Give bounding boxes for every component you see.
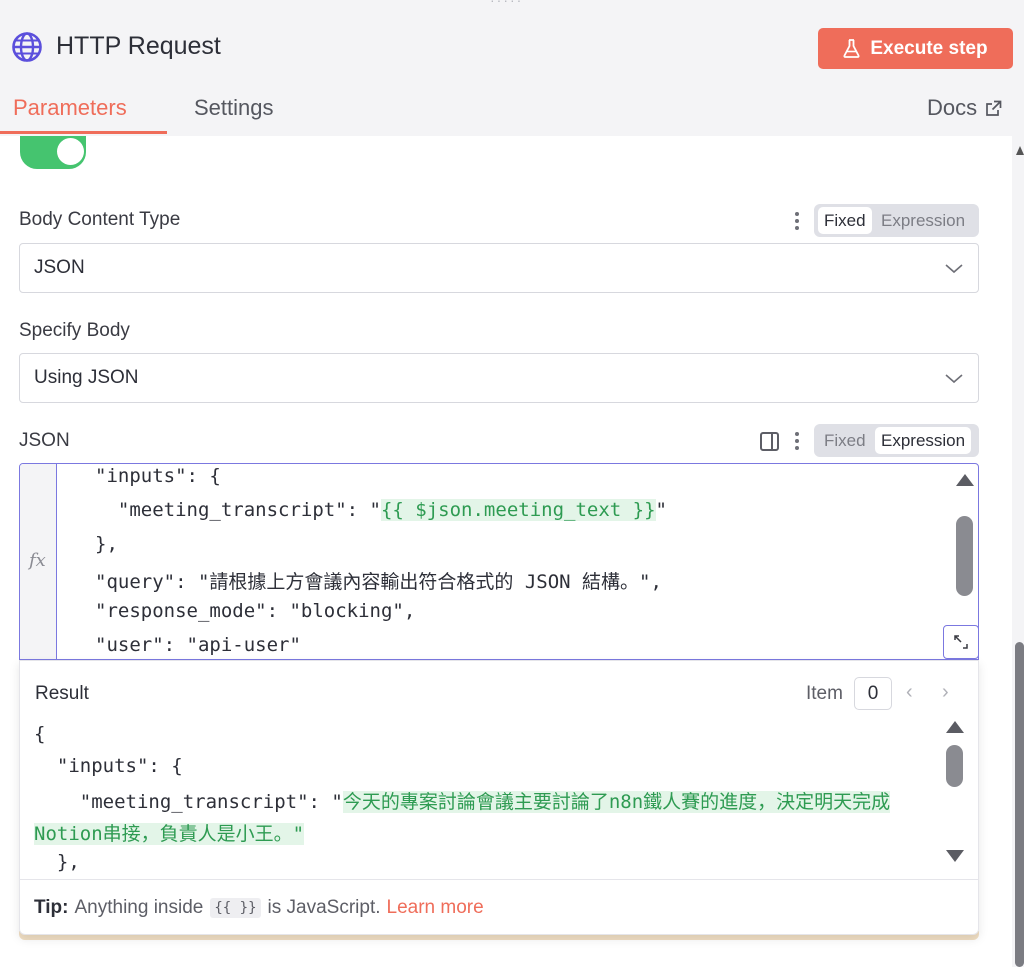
- tip-text-after: is JavaScript.: [267, 897, 381, 918]
- toggle-knob: [57, 138, 84, 165]
- previous-item-icon[interactable]: ‹: [906, 681, 913, 704]
- result-line: "meeting_transcript": "今天的專案討論會議主要討論了n8n…: [34, 791, 891, 813]
- next-item-icon[interactable]: ›: [942, 681, 949, 704]
- item-index-input[interactable]: 0: [854, 677, 892, 710]
- specify-body-value: Using JSON: [34, 367, 139, 388]
- code-line[interactable]: "query": "請根據上方會議內容輸出符合格式的 JSON 結構。",: [95, 567, 662, 594]
- divider: [20, 879, 978, 880]
- json-mode-toggle: Fixed Expression: [814, 424, 979, 457]
- chevron-down-icon: [945, 374, 963, 384]
- flask-icon: [843, 39, 860, 58]
- result-line: {: [34, 723, 46, 745]
- editor-scroll-up-arrow[interactable]: [956, 474, 974, 486]
- mode-expression-option[interactable]: Expression: [875, 427, 972, 454]
- tip-code: {{ }}: [210, 898, 261, 918]
- resolved-string: Notion串接，負責人是小王。: [34, 823, 293, 845]
- body-content-type-value: JSON: [34, 257, 85, 278]
- body-content-type-mode-toggle: Fixed Expression: [814, 204, 979, 237]
- learn-more-link[interactable]: Learn more: [387, 897, 484, 919]
- fx-icon: fx: [29, 550, 46, 571]
- tip-text-before: Anything inside: [74, 897, 204, 918]
- options-dots-icon[interactable]: [792, 212, 802, 230]
- external-link-icon: [986, 100, 1002, 116]
- code-line[interactable]: "response_mode": "blocking",: [95, 600, 415, 622]
- drag-handle[interactable]: ·····: [490, 0, 523, 8]
- tab-settings[interactable]: Settings: [194, 95, 274, 121]
- globe-icon: [12, 32, 42, 62]
- tip-text: Tip: Anything inside {{ }} is JavaScript…: [34, 897, 484, 919]
- chevron-down-icon: [945, 264, 963, 274]
- specify-body-select[interactable]: Using JSON: [19, 353, 979, 403]
- node-header: ····· HTTP Request Execute step Paramete…: [0, 0, 1024, 136]
- result-preview-panel: Result Item 0 ‹ › { "inputs": { "meeting…: [19, 660, 979, 935]
- panel-scrollbar-thumb[interactable]: [1015, 642, 1024, 967]
- code-line[interactable]: "user": "api-user": [95, 634, 301, 656]
- result-line: },: [34, 851, 80, 873]
- editor-scrollbar-thumb[interactable]: [956, 516, 973, 596]
- execute-step-label: Execute step: [870, 37, 988, 59]
- expand-icon: [954, 635, 968, 649]
- active-tab-indicator: [0, 131, 167, 134]
- editor-gutter: fx: [20, 464, 57, 659]
- resolved-string: 今天的專案討論會議主要討論了n8n鐵人賽的進度，決定明天完成: [342, 791, 891, 813]
- split-panel-icon[interactable]: [760, 432, 779, 451]
- code-line[interactable]: },: [95, 533, 118, 555]
- options-dots-icon[interactable]: [792, 432, 802, 450]
- mode-fixed-option[interactable]: Fixed: [818, 427, 872, 454]
- docs-label: Docs: [927, 95, 978, 120]
- result-scroll-down-arrow[interactable]: [946, 850, 964, 862]
- tip-label: Tip:: [34, 897, 69, 918]
- code-line[interactable]: "meeting_transcript": "{{ $json.meeting_…: [95, 499, 667, 521]
- docs-link[interactable]: Docs: [927, 95, 1002, 121]
- execute-step-button[interactable]: Execute step: [818, 28, 1013, 69]
- result-scroll-up-arrow[interactable]: [946, 721, 964, 733]
- mode-fixed-option[interactable]: Fixed: [818, 207, 872, 234]
- code-line[interactable]: "inputs": {: [95, 465, 221, 487]
- result-scrollbar-thumb[interactable]: [946, 745, 963, 787]
- open-expression-editor-button[interactable]: [943, 625, 978, 659]
- tab-parameters[interactable]: Parameters: [13, 95, 127, 121]
- item-label: Item: [806, 683, 843, 704]
- panel-scroll-up-arrow[interactable]: [1016, 146, 1024, 155]
- result-line: Notion串接，負責人是小王。": [34, 823, 305, 845]
- specify-body-label: Specify Body: [19, 320, 130, 341]
- mode-expression-option[interactable]: Expression: [875, 207, 971, 234]
- result-title: Result: [35, 683, 89, 704]
- body-content-type-label: Body Content Type: [19, 209, 181, 230]
- result-line: "inputs": {: [34, 755, 183, 777]
- json-expression-editor[interactable]: fx "inputs": { "meeting_transcript": "{{…: [19, 463, 979, 660]
- json-label: JSON: [19, 430, 70, 451]
- template-expression: {{ $json.meeting_text }}: [380, 499, 656, 521]
- body-content-type-select[interactable]: JSON: [19, 243, 979, 293]
- node-title: HTTP Request: [56, 32, 221, 60]
